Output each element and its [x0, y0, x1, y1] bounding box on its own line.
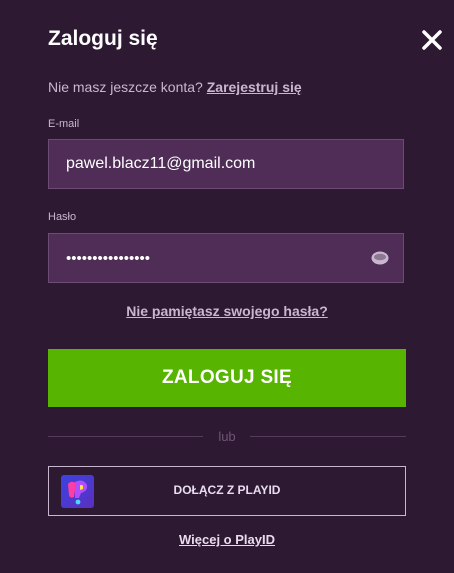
password-label: Hasło — [48, 211, 77, 223]
divider-line-right — [250, 436, 406, 437]
login-button[interactable]: ZALOGUJ SIĘ — [48, 349, 406, 407]
password-field[interactable] — [49, 234, 356, 282]
dialog-title: Zaloguj się — [48, 27, 158, 50]
playid-button[interactable]: DOŁĄCZ Z PLAYID — [48, 466, 406, 516]
playid-more-link[interactable]: Więcej o PlayID — [0, 532, 454, 547]
playid-button-label: DOŁĄCZ Z PLAYID — [173, 483, 281, 497]
email-field-container — [48, 139, 404, 189]
eye-icon — [371, 251, 389, 265]
forgot-password-link[interactable]: Nie pamiętasz swojego hasła? — [0, 303, 454, 319]
password-visibility-toggle[interactable] — [371, 251, 389, 265]
close-button[interactable] — [419, 27, 445, 53]
password-field-container — [48, 233, 404, 283]
signup-prompt-text: Nie masz jeszcze konta? — [48, 79, 203, 95]
email-label: E-mail — [48, 118, 80, 130]
email-field[interactable] — [49, 140, 356, 188]
close-icon — [422, 30, 442, 50]
register-link[interactable]: Zarejestruj się — [207, 79, 302, 95]
login-dialog: Zaloguj się Nie masz jeszcze konta? Zare… — [0, 0, 454, 573]
signup-prompt-row: Nie masz jeszcze konta? Zarejestruj się — [48, 79, 302, 95]
